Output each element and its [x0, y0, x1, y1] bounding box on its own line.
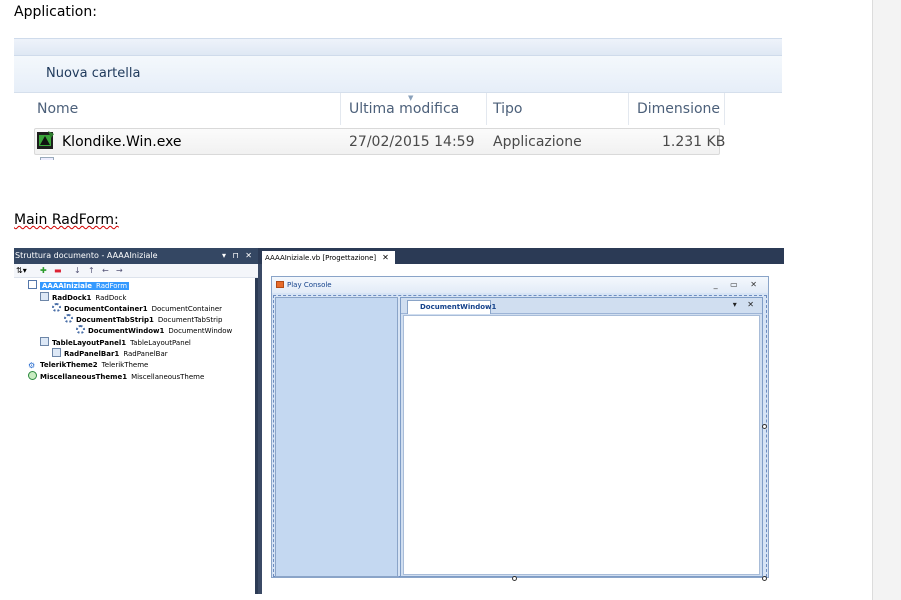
document-outline-panel: Struttura documento - AAAAIniziale ▾ ⊓ ✕… — [14, 248, 258, 594]
column-header-name[interactable]: Nome — [37, 93, 78, 125]
designer-area: AAAAIniziale.vb [Progettazione] ✕ Play Co… — [258, 248, 784, 594]
radform-title-bar: Play Console _ ▭ ✕ — [272, 277, 768, 293]
gear-icon — [64, 314, 73, 323]
column-divider — [340, 93, 341, 125]
tree-item-radpanelbar1[interactable]: RadPanelBar1 RadPanelBar — [52, 348, 168, 359]
move-left-icon[interactable]: ← — [102, 264, 109, 278]
move-right-icon[interactable]: → — [116, 264, 123, 278]
form-window-controls[interactable]: _ ▭ ✕ — [714, 277, 762, 293]
form-icon — [28, 280, 37, 289]
file-type: Applicazione — [493, 134, 582, 150]
tree-item-tablelayoutpanel1[interactable]: TableLayoutPanel1 TableLayoutPanel — [40, 337, 191, 348]
tree-item-miscellaneoustheme1[interactable]: MiscellaneousTheme1 MiscellaneousTheme — [28, 371, 204, 382]
move-up-icon[interactable]: ↑ — [88, 264, 95, 278]
resize-handle[interactable] — [762, 576, 767, 581]
explorer-toolbar: Nuova cartella — [14, 56, 782, 93]
file-icon — [40, 157, 54, 160]
tree-item-aaaainiziale[interactable]: AAAAIniziale RadForm — [28, 280, 130, 291]
exe-icon — [37, 131, 54, 149]
document-window-body[interactable] — [403, 315, 760, 575]
radform-title: Play Console — [287, 281, 332, 289]
explorer-screenshot: Nuova cartella Nome ▼ Ultima modifica Ti… — [14, 38, 782, 160]
add-icon[interactable]: ✚ — [40, 264, 47, 278]
panelbar-icon — [52, 348, 61, 357]
column-divider — [628, 93, 629, 125]
app-icon — [276, 281, 284, 288]
file-size: 1.231 KB — [662, 134, 726, 150]
remove-icon[interactable]: ▬ — [54, 264, 62, 278]
tree-item-documenttabstrip1[interactable]: DocumentTabStrip1 DocumentTabStrip — [64, 314, 222, 325]
column-divider — [486, 93, 487, 125]
move-down-icon[interactable]: ↓ — [74, 264, 81, 278]
table-icon — [40, 337, 49, 346]
column-header-modified[interactable]: Ultima modifica — [349, 93, 459, 125]
document-outline-title-bar: Struttura documento - AAAAIniziale ▾ ⊓ ✕ — [14, 248, 258, 264]
editor-tab-label: AAAAIniziale.vb [Progettazione] — [265, 254, 377, 262]
visual-studio-screenshot: Struttura documento - AAAAIniziale ▾ ⊓ ✕… — [14, 248, 784, 594]
misc-theme-icon — [28, 371, 37, 380]
raddock[interactable]: DocumentWindow1 ▾ ✕ — [400, 297, 763, 577]
document-window-controls[interactable]: ▾ ✕ — [733, 300, 758, 309]
editor-tab-aaaainiziale[interactable]: AAAAIniziale.vb [Progettazione] ✕ — [262, 251, 395, 264]
resize-handle[interactable] — [762, 424, 767, 429]
document-outline-title: Struttura documento - AAAAIniziale — [15, 251, 158, 260]
tree-item-raddock1[interactable]: RadDock1 RadDock — [40, 292, 126, 303]
document-outline-toolbar: ⇅▾ ✚ ▬ ↓ ↑ ← → — [14, 264, 258, 278]
close-icon[interactable]: ✕ — [382, 253, 389, 262]
editor-tab-bar: AAAAIniziale.vb [Progettazione] ✕ — [258, 248, 784, 264]
sort-icon[interactable]: ⇅▾ — [16, 264, 27, 278]
file-name: Klondike.Win.exe — [62, 134, 182, 150]
dock-icon — [40, 292, 49, 301]
column-header-size[interactable]: Dimensione — [637, 93, 720, 125]
telerik-theme-icon: ⚙ — [28, 361, 36, 370]
tree-item-teleriktheme2[interactable]: ⚙ TelerikTheme2 TelerikTheme — [28, 360, 148, 371]
file-modified: 27/02/2015 14:59 — [349, 134, 475, 150]
panel-window-controls[interactable]: ▾ ⊓ ✕ — [222, 248, 254, 264]
main-radform-label: Main RadForm: — [14, 212, 119, 228]
explorer-top-strip — [14, 38, 782, 56]
page-right-margin — [872, 0, 901, 600]
column-header-type[interactable]: Tipo — [493, 93, 522, 125]
gear-icon — [52, 303, 61, 312]
tree-item-documentcontainer1[interactable]: DocumentContainer1 DocumentContainer — [52, 303, 222, 314]
radform-preview[interactable]: Play Console _ ▭ ✕ DocumentWindow1 ▾ ✕ — [271, 276, 769, 578]
designer-canvas[interactable]: Play Console _ ▭ ✕ DocumentWindow1 ▾ ✕ — [262, 264, 784, 594]
application-label: Application: — [14, 4, 97, 20]
tree-item-documentwindow1[interactable]: DocumentWindow1 DocumentWindow — [76, 325, 232, 336]
tab-documentwindow1[interactable]: DocumentWindow1 — [407, 300, 496, 314]
document-tab-strip: DocumentWindow1 ▾ ✕ — [401, 298, 762, 314]
resize-handle[interactable] — [512, 576, 517, 581]
column-divider — [724, 93, 725, 125]
new-folder-button[interactable]: Nuova cartella — [46, 66, 140, 81]
gear-icon — [76, 325, 85, 334]
radpanelbar[interactable] — [275, 297, 398, 577]
